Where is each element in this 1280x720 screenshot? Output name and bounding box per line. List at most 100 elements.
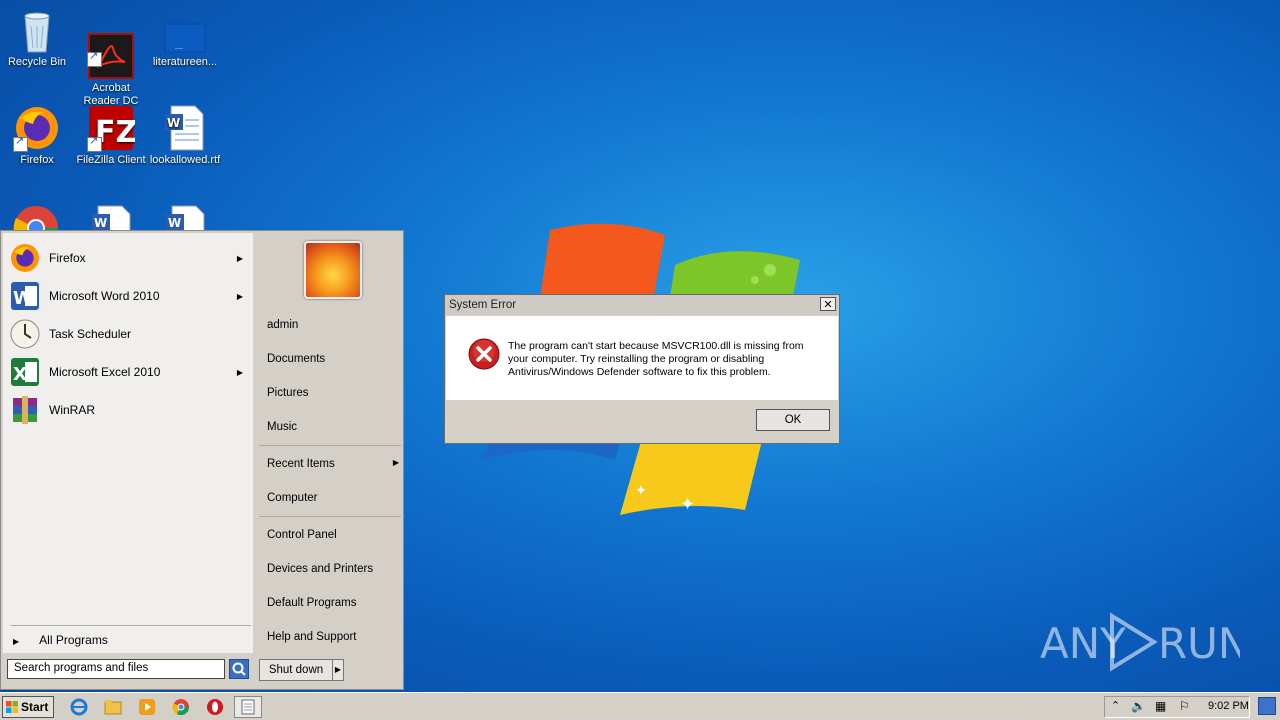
excel-icon: X — [9, 356, 41, 388]
svg-text:W: W — [94, 216, 107, 230]
place-pictures[interactable]: Pictures — [267, 387, 309, 399]
chrome-icon[interactable] — [12, 204, 60, 230]
show-desktop-button[interactable] — [1258, 697, 1276, 715]
desktop-icon-label: Firefox — [20, 154, 54, 166]
dialog-body: The program can't start because MSVCR100… — [446, 316, 838, 400]
watermark-text-right: RUN — [1158, 619, 1240, 668]
place-control-panel[interactable]: Control Panel — [267, 529, 337, 541]
start-item-winrar[interactable]: WinRAR — [9, 393, 249, 427]
start-menu-places-pane: admin Documents Pictures Music Recent It… — [257, 231, 403, 689]
svg-text:W: W — [13, 288, 33, 309]
svg-text:X: X — [13, 364, 27, 385]
desktop-icon-label: lookallowed.rtf — [149, 154, 221, 166]
clock-icon — [9, 318, 41, 350]
firefox-icon — [9, 242, 41, 274]
filezilla-icon: FZ — [87, 104, 137, 152]
network-icon[interactable]: ▦ — [1155, 699, 1166, 713]
volume-icon[interactable]: 🔈 — [1131, 699, 1146, 713]
flag-icon[interactable]: ⚐ — [1179, 699, 1190, 713]
desktop-icon-literature[interactable]: literatureen... — [148, 6, 222, 69]
search-input[interactable]: Search programs and files — [7, 659, 225, 679]
windows-flag-icon — [6, 701, 18, 713]
chevron-up-icon[interactable]: ⌃ — [1111, 699, 1120, 712]
desktop-icon-lookallowed[interactable]: W lookallowed.rtf — [148, 104, 222, 167]
shortcut-arrow-icon — [87, 135, 102, 152]
chevron-right-icon: ▶ — [334, 665, 342, 674]
place-computer[interactable]: Computer — [267, 492, 318, 504]
svg-text:W: W — [167, 116, 180, 130]
desktop-icon-label: FileZilla Client — [76, 154, 146, 166]
play-arrow-icon: ▶ — [13, 637, 20, 646]
shutdown-button[interactable]: Shut down — [259, 659, 333, 681]
start-menu-programs-pane: Firefox ▶ W Microsoft Word 2010 ▶ Task S… — [3, 233, 253, 653]
search-button[interactable] — [229, 659, 249, 679]
start-item-label: WinRAR — [49, 403, 96, 417]
start-item-firefox[interactable]: Firefox ▶ — [9, 241, 249, 275]
desktop-icon-label: literatureen... — [152, 56, 218, 68]
svg-text:✦: ✦ — [635, 483, 647, 499]
search-icon — [232, 662, 246, 676]
word-icon: W — [9, 280, 41, 312]
anyrun-watermark: ANY RUN — [1040, 612, 1240, 672]
shortcut-arrow-icon — [13, 135, 28, 152]
start-item-task-scheduler[interactable]: Task Scheduler — [9, 317, 249, 351]
close-icon: ✕ — [823, 298, 833, 311]
opera-icon[interactable] — [206, 698, 224, 716]
all-programs-button[interactable]: ▶ All Programs — [13, 633, 108, 647]
taskbar-app-button[interactable] — [234, 696, 262, 718]
desktop-icon-recycle-bin[interactable]: Recycle Bin — [0, 6, 74, 69]
word-document-icon[interactable]: W — [162, 204, 210, 230]
close-button[interactable]: ✕ — [820, 297, 836, 311]
start-item-label: Microsoft Word 2010 — [49, 289, 160, 303]
ok-button[interactable]: OK — [756, 409, 830, 431]
user-avatar[interactable] — [304, 241, 362, 299]
place-devices-printers[interactable]: Devices and Printers — [267, 563, 373, 575]
clock[interactable]: 9:02 PM — [1208, 700, 1249, 712]
start-item-label: Task Scheduler — [49, 327, 132, 341]
start-button[interactable]: Start — [2, 696, 54, 718]
submenu-arrow-icon: ▶ — [392, 458, 399, 467]
media-player-icon[interactable] — [138, 698, 156, 716]
submenu-arrow-icon: ▶ — [236, 367, 243, 377]
word-document-icon[interactable]: W — [88, 204, 136, 230]
system-error-dialog: System Error ✕ The program can't start b… — [444, 294, 840, 444]
start-item-word[interactable]: W Microsoft Word 2010 ▶ — [9, 279, 249, 313]
shortcut-arrow-icon — [87, 50, 102, 67]
place-help-support[interactable]: Help and Support — [267, 631, 357, 643]
error-icon — [468, 338, 500, 370]
svg-text:W: W — [168, 216, 181, 230]
places-divider — [259, 445, 401, 446]
folder-icon[interactable] — [104, 698, 122, 716]
acrobat-icon — [87, 19, 135, 79]
start-menu-divider — [11, 625, 251, 626]
start-item-label: Firefox — [49, 251, 86, 265]
document-icon — [161, 6, 209, 54]
start-item-label: Microsoft Excel 2010 — [49, 365, 161, 379]
recent-items-label: Recent Items — [267, 458, 335, 470]
start-item-excel[interactable]: X Microsoft Excel 2010 ▶ — [9, 355, 249, 389]
place-music[interactable]: Music — [267, 421, 297, 433]
start-label: Start — [21, 700, 49, 714]
place-user[interactable]: admin — [267, 319, 298, 331]
start-menu: Firefox ▶ W Microsoft Word 2010 ▶ Task S… — [0, 230, 404, 690]
place-documents[interactable]: Documents — [267, 353, 325, 365]
winrar-icon — [9, 394, 41, 426]
shutdown-options-button[interactable]: ▶ — [332, 659, 344, 681]
word-document-icon: W — [161, 104, 209, 152]
desktop-icon-firefox[interactable]: Firefox — [0, 104, 74, 167]
internet-explorer-icon[interactable] — [70, 698, 88, 716]
place-default-programs[interactable]: Default Programs — [267, 597, 356, 609]
firefox-icon — [13, 104, 61, 152]
error-message: The program can't start because MSVCR100… — [508, 340, 804, 378]
place-recent-items[interactable]: Recent Items ▶ — [267, 458, 399, 470]
all-programs-label: All Programs — [39, 633, 108, 647]
places-divider — [259, 516, 401, 517]
chrome-icon[interactable] — [172, 698, 190, 716]
desktop-icon-filezilla[interactable]: FZ FileZilla Client — [74, 104, 148, 167]
submenu-arrow-icon: ▶ — [236, 291, 243, 301]
recycle-bin-icon — [13, 6, 61, 54]
desktop-icon-label: Recycle Bin — [7, 56, 67, 68]
submenu-arrow-icon: ▶ — [236, 253, 243, 263]
taskbar: Start ⌃ 🔈 ▦ ⚐ 9:02 PM — [0, 692, 1280, 720]
dialog-title: System Error — [445, 295, 839, 315]
